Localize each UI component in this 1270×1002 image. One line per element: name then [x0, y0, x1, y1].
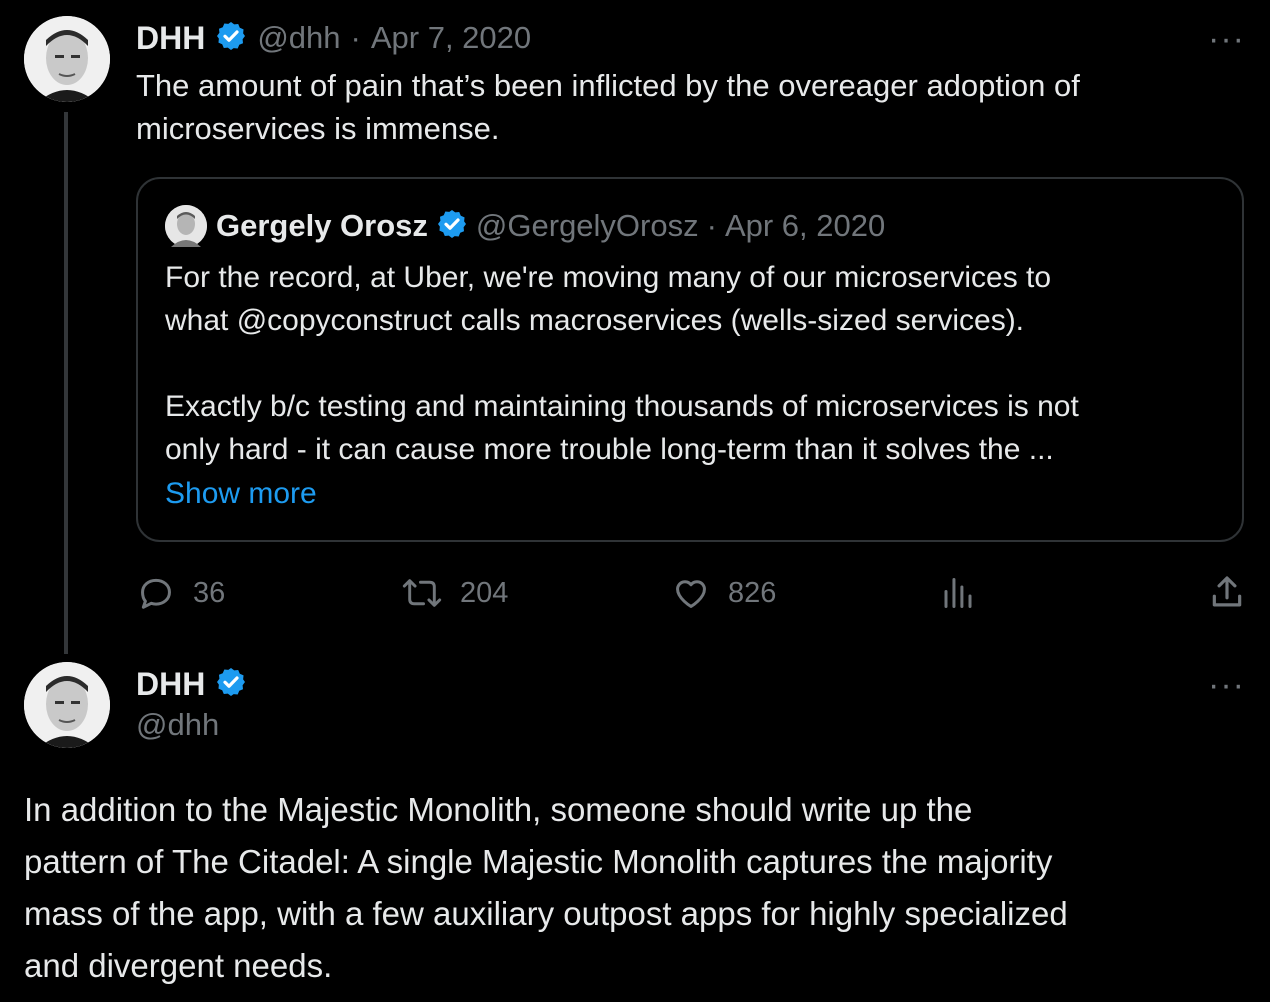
tweet-header: DHH @dhh · Apr 7, 2020: [136, 18, 531, 58]
more-icon[interactable]: ···: [1208, 20, 1245, 59]
tweet-header: DHH: [136, 664, 247, 704]
quote-author-name[interactable]: Gergely Orosz: [216, 208, 428, 244]
author-handle[interactable]: @dhh: [257, 20, 340, 56]
avatar[interactable]: [24, 16, 110, 102]
tweet-text-line: and divergent needs.: [24, 947, 333, 984]
tweet-text-line: mass of the app, with a few auxiliary ou…: [24, 895, 1068, 932]
more-icon[interactable]: ···: [1208, 666, 1245, 705]
quote-date[interactable]: Apr 6, 2020: [725, 208, 885, 244]
avatar-photo-icon: [24, 16, 110, 102]
share-button[interactable]: [1208, 574, 1246, 612]
tweet-date[interactable]: Apr 7, 2020: [371, 20, 531, 56]
share-icon: [1212, 576, 1242, 607]
retweet-icon: [402, 579, 442, 607]
avatar[interactable]: [24, 662, 110, 748]
tweet-text: The amount of pain that’s been inflicted…: [136, 68, 1080, 146]
like-button[interactable]: 826: [672, 574, 776, 612]
analytics-button[interactable]: [940, 574, 976, 612]
verified-badge-icon: [436, 208, 468, 245]
quote-text-line: what @copyconstruct calls macroservices …: [165, 304, 1025, 337]
reply-count: 36: [193, 576, 226, 609]
reply-button[interactable]: 36: [137, 574, 225, 612]
like-count: 826: [728, 576, 777, 609]
quote-author-handle[interactable]: @GergelyOrosz: [476, 208, 699, 244]
quote-avatar-photo-icon: [165, 205, 207, 247]
verified-badge-icon: [215, 666, 247, 703]
separator-dot: ·: [706, 208, 717, 243]
author-handle[interactable]: @dhh: [136, 707, 219, 743]
reply-icon: [141, 578, 171, 609]
author-name[interactable]: DHH: [136, 666, 205, 703]
quote-avatar: [165, 205, 207, 247]
tweet-text-line: In addition to the Majestic Monolith, so…: [24, 791, 973, 828]
verified-badge-icon: [215, 20, 247, 57]
tweet-text-line: pattern of The Citadel: A single Majesti…: [24, 843, 1053, 880]
analytics-icon: [944, 578, 972, 608]
thread-connector-line: [64, 112, 68, 654]
author-name[interactable]: DHH: [136, 20, 205, 57]
quote-text-line: only hard - it can cause more trouble lo…: [165, 433, 1054, 466]
retweet-count: 204: [460, 576, 509, 609]
quote-header: Gergely Orosz @GergelyOrosz · Apr 6, 202…: [216, 206, 885, 246]
quote-text-line: Exactly b/c testing and maintaining thou…: [165, 390, 1079, 423]
show-more-link[interactable]: Show more: [165, 472, 317, 515]
avatar-photo-icon: [24, 662, 110, 748]
separator-dot: ·: [350, 20, 361, 55]
quote-text-line: For the record, at Uber, we're moving ma…: [165, 261, 1052, 294]
like-icon: [676, 580, 706, 608]
retweet-button[interactable]: 204: [402, 574, 508, 612]
